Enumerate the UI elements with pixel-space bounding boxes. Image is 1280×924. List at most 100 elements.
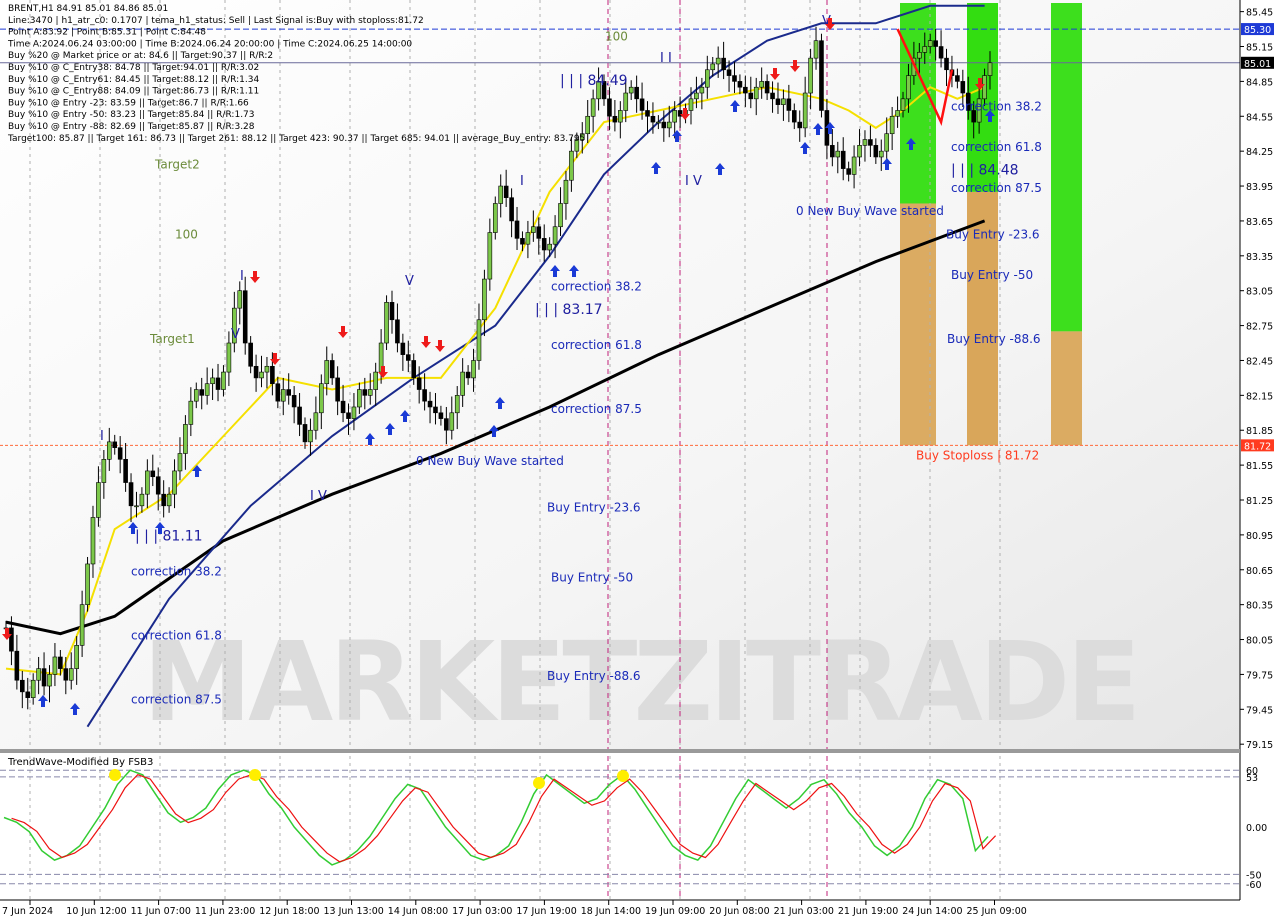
- annotation-label: correction 38.2: [551, 280, 642, 294]
- candle-body: [753, 86, 759, 100]
- candle-body: [52, 656, 58, 675]
- candle-body: [242, 290, 248, 344]
- candle-body: [732, 75, 737, 82]
- candle-body: [226, 342, 232, 373]
- time-tick-label: 25 Jun 09:00: [967, 906, 1027, 917]
- candle-body: [139, 493, 145, 507]
- candle-body: [63, 668, 69, 681]
- candle-body: [819, 40, 824, 111]
- annotation-label: | | | 83.17: [535, 302, 603, 318]
- annotation-label: Target1: [149, 332, 195, 346]
- price-tick-label: 85.45: [1246, 8, 1273, 19]
- candle-body: [737, 81, 743, 88]
- chart-canvas: MARKETZITRADE 100| | | 84.49Target2100Ta…: [0, 0, 1280, 920]
- candle-body: [889, 115, 895, 135]
- time-tick-label: 10 Jun 12:00: [66, 906, 126, 917]
- candle-body: [726, 69, 732, 76]
- price-tag-label: 85.30: [1244, 25, 1271, 36]
- annotation-label: correction 87.5: [951, 181, 1042, 195]
- candle-body: [541, 238, 547, 251]
- annotation-label: Buy Entry -50: [951, 268, 1033, 282]
- header-line: BRENT,H1 84.91 85.01 84.86 85.01: [8, 4, 168, 14]
- time-tick-label: 21 Jun 03:00: [774, 906, 834, 917]
- price-tick-label: 82.75: [1246, 322, 1273, 333]
- candle-body: [781, 98, 786, 105]
- candle-body: [987, 62, 993, 76]
- osc-peak-dot: [617, 770, 629, 782]
- candle-body: [895, 110, 900, 117]
- candle-body: [96, 482, 101, 518]
- candle-body: [982, 75, 987, 100]
- price-tick-label: 82.15: [1246, 391, 1273, 402]
- candle-body: [427, 400, 433, 408]
- price-tick-label: 80.35: [1246, 601, 1273, 612]
- candle-body: [764, 81, 770, 94]
- candle-body: [389, 302, 395, 321]
- time-tick-label: 24 Jun 14:00: [902, 906, 962, 917]
- wave-label: I: [520, 174, 524, 189]
- price-tick-label: 80.65: [1246, 566, 1273, 577]
- candle-body: [699, 86, 705, 94]
- price-tick-label: 80.95: [1246, 531, 1273, 542]
- candle-body: [41, 668, 47, 687]
- header-line: Buy %10 @ C_Entry38: 84.78 || Target:94.…: [8, 63, 259, 73]
- price-tag-label: 81.72: [1244, 441, 1271, 452]
- price-tick-label: 79.75: [1246, 670, 1273, 681]
- candle-body: [123, 459, 128, 483]
- candle-body: [193, 389, 199, 402]
- candle-body: [357, 389, 362, 408]
- candle-body: [85, 563, 90, 605]
- candle-body: [612, 115, 618, 123]
- annotation-label: correction 87.5: [551, 402, 642, 416]
- annotation-label: 100: [605, 30, 628, 44]
- candle-body: [422, 389, 427, 402]
- candle-body: [868, 139, 873, 146]
- candle-body: [623, 92, 629, 111]
- annotation-label: Buy Entry -88.6: [547, 669, 641, 683]
- annotation-label: Buy Entry -88.6: [947, 332, 1041, 346]
- candle-body: [933, 40, 938, 47]
- candle-body: [177, 453, 183, 472]
- candle-body: [656, 121, 661, 124]
- candle-body: [618, 110, 623, 123]
- candle-body: [259, 371, 264, 379]
- price-tick-label: 83.05: [1246, 287, 1273, 298]
- annotation-label: correction 38.2: [131, 565, 222, 579]
- candle-body: [460, 371, 465, 396]
- candle-body: [36, 668, 41, 681]
- candle-body: [786, 98, 792, 111]
- price-tick-label: 81.55: [1246, 461, 1273, 472]
- candle-body: [514, 220, 520, 239]
- candle-body: [471, 360, 476, 379]
- candle-body: [351, 406, 357, 419]
- candle-body: [346, 412, 351, 419]
- candle-body: [30, 679, 36, 698]
- candle-body: [188, 400, 194, 425]
- candle-body: [433, 406, 438, 414]
- candle-body: [411, 360, 417, 379]
- candle-body: [199, 389, 205, 396]
- osc-peak-dot: [533, 777, 545, 789]
- wave-label: I V: [685, 174, 702, 189]
- osc-peak-dot: [109, 769, 121, 781]
- candle-body: [590, 98, 596, 117]
- candle-body: [204, 383, 210, 396]
- annotation-label: correction 61.8: [951, 140, 1042, 154]
- candle-body: [367, 389, 373, 396]
- annotation-label: 100: [175, 227, 198, 241]
- candle-body: [161, 493, 166, 507]
- candle-body: [797, 121, 803, 129]
- wave-label: I V: [310, 489, 327, 504]
- candle-body: [498, 185, 504, 204]
- candle-body: [134, 505, 139, 508]
- annotation-label: | | | 81.11: [135, 529, 203, 545]
- candle-body: [607, 98, 612, 117]
- candle-body: [79, 604, 85, 646]
- candle-body: [628, 86, 634, 94]
- candle-body: [58, 656, 63, 669]
- candle-body: [210, 377, 215, 385]
- candle-body: [650, 115, 656, 123]
- candle-body: [672, 110, 677, 123]
- annotation-label: | | | 84.48: [951, 162, 1019, 178]
- candle-body: [536, 226, 542, 239]
